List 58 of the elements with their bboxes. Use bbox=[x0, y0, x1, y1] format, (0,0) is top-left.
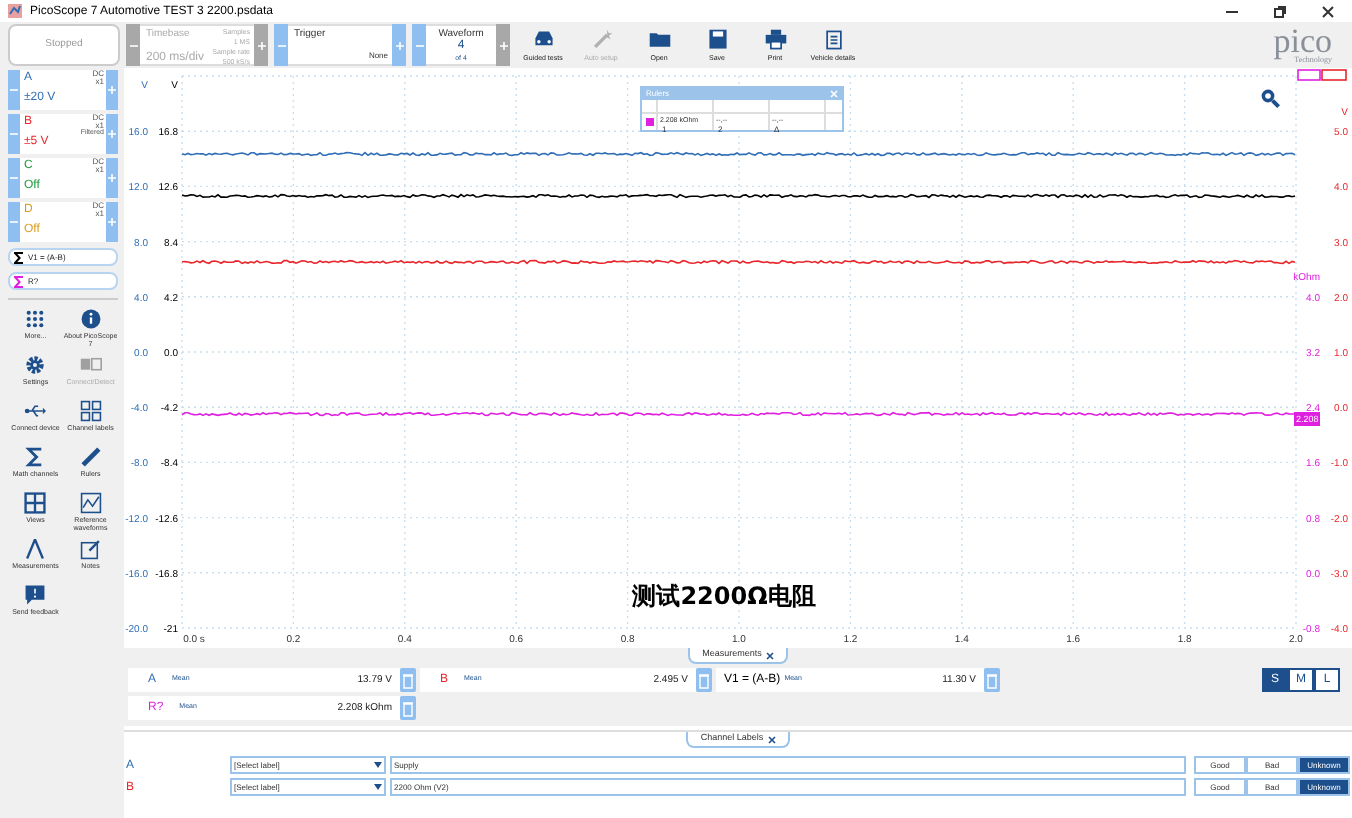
plus-icon bbox=[108, 174, 116, 182]
save-icon bbox=[705, 27, 729, 52]
abcd-icon bbox=[79, 400, 102, 422]
trash-button-icon[interactable] bbox=[696, 668, 712, 692]
channel-minus-button[interactable] bbox=[8, 202, 20, 242]
views-icon bbox=[24, 492, 47, 514]
timebase-minus-button[interactable] bbox=[126, 24, 140, 66]
ruler-handles[interactable] bbox=[1297, 69, 1347, 81]
timebase-plus-button[interactable] bbox=[254, 24, 268, 66]
channel-plus-button[interactable] bbox=[106, 202, 118, 242]
feedback-icon bbox=[24, 584, 47, 606]
plus-icon bbox=[108, 218, 116, 226]
channel-minus-button[interactable] bbox=[8, 70, 20, 110]
plus-icon bbox=[499, 41, 507, 49]
printer-icon bbox=[763, 27, 787, 52]
channel-plus-button[interactable] bbox=[106, 114, 118, 154]
ab-boxes-icon bbox=[79, 354, 102, 376]
folder-icon bbox=[647, 27, 671, 52]
sigma-icon bbox=[24, 446, 47, 468]
notes-icon bbox=[79, 538, 102, 560]
channel-minus-button[interactable] bbox=[8, 114, 20, 154]
settings-icon bbox=[24, 354, 47, 376]
clipboard-icon bbox=[821, 27, 845, 52]
ruler-icon bbox=[79, 446, 102, 468]
waveform-plus-button[interactable] bbox=[496, 24, 510, 66]
reference-wave-icon bbox=[79, 492, 102, 514]
minus-icon bbox=[10, 218, 18, 226]
caret-icon bbox=[374, 762, 382, 768]
info-icon bbox=[79, 308, 102, 330]
caret-icon bbox=[374, 784, 382, 790]
trigger-minus-button[interactable] bbox=[274, 24, 288, 66]
channel-plus-button[interactable] bbox=[106, 158, 118, 198]
grid-icon bbox=[24, 308, 47, 330]
restore-icon[interactable] bbox=[1272, 3, 1288, 19]
close-icon[interactable] bbox=[1320, 3, 1336, 19]
plus-icon bbox=[257, 41, 265, 49]
minus-icon bbox=[10, 174, 18, 182]
channel-plus-button[interactable] bbox=[106, 70, 118, 110]
app-icon bbox=[8, 4, 22, 18]
trigger-plus-button[interactable] bbox=[392, 24, 406, 66]
logo-wordmark: pico bbox=[1273, 27, 1332, 55]
channel-minus-button[interactable] bbox=[8, 158, 20, 198]
chart-caption: 测试2200Ω电阻 bbox=[632, 582, 816, 610]
close-icon bbox=[767, 735, 776, 743]
compass-icon bbox=[24, 538, 47, 560]
trash-button-icon[interactable] bbox=[984, 668, 1000, 692]
usb-icon bbox=[24, 400, 47, 422]
wand-icon bbox=[589, 27, 613, 52]
plus-icon bbox=[108, 86, 116, 94]
waveform-minus-button[interactable] bbox=[412, 24, 426, 66]
minus-icon bbox=[10, 130, 18, 138]
close-icon bbox=[765, 651, 774, 659]
plus-icon bbox=[108, 130, 116, 138]
zoom-icon[interactable] bbox=[1260, 88, 1280, 108]
trash-button-icon[interactable] bbox=[400, 668, 416, 692]
plus-icon bbox=[395, 41, 403, 49]
trash-button-icon[interactable] bbox=[400, 696, 416, 720]
minus-icon bbox=[10, 86, 18, 94]
